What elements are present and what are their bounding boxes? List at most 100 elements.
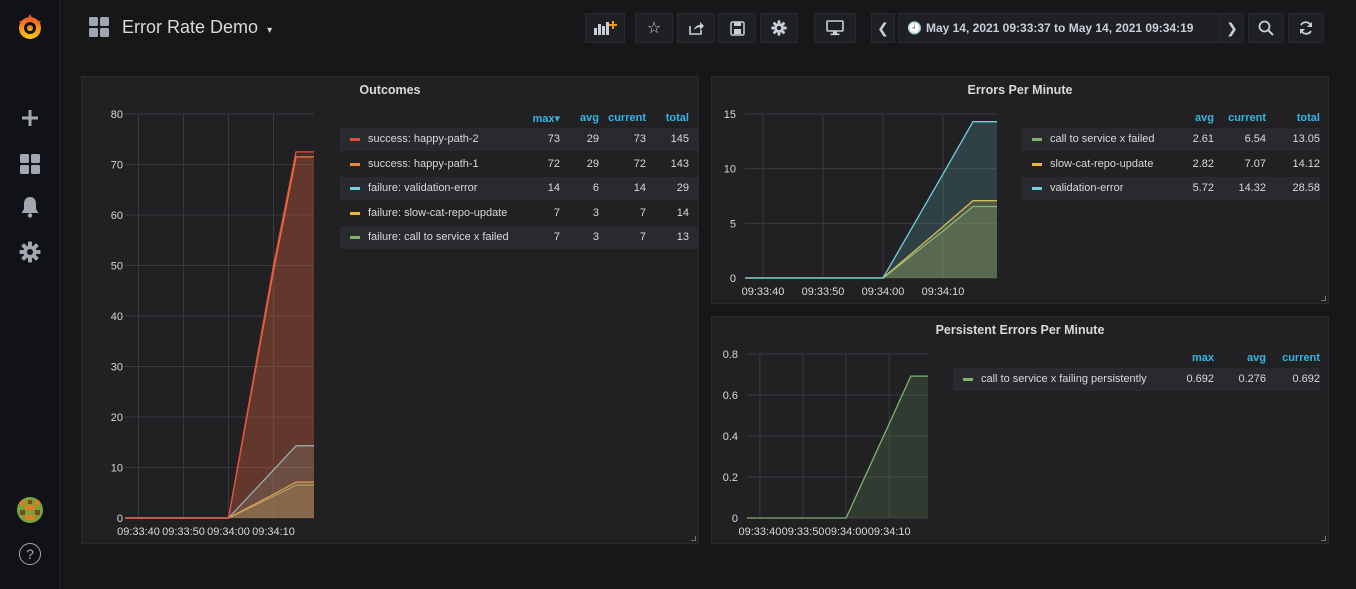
settings-button[interactable] [760, 13, 798, 43]
legend-row[interactable]: slow-cat-repo-update 2.82 7.07 14.12 [1022, 153, 1320, 176]
legend-swatch[interactable] [350, 162, 360, 166]
dashboards-icon[interactable] [15, 149, 45, 179]
legend-row[interactable]: success: happy-path-1 72 29 72 143 [340, 153, 698, 176]
sidebar: ? [0, 0, 60, 589]
y-tick-label: 10 [111, 463, 123, 475]
y-tick-label: 0.6 [723, 390, 738, 402]
zoom-out-icon [1258, 20, 1274, 36]
panel-persistent-errors[interactable]: Persistent Errors Per Minute 0 0.2 0.4 0.6 0… [711, 316, 1329, 544]
avatar[interactable] [15, 495, 45, 525]
x-tick-label: 09:34:10 [868, 526, 911, 538]
legend-swatch[interactable] [1032, 187, 1042, 190]
legend-value: 0.692 [1292, 373, 1320, 385]
legend-label[interactable]: call to service x failing persistently [981, 373, 1147, 385]
legend-column-header[interactable]: current [1260, 352, 1320, 364]
legend-label[interactable]: failure: slow-cat-repo-update [368, 207, 507, 219]
star-button[interactable]: ☆ [635, 13, 673, 43]
resize-handle[interactable] [691, 536, 696, 541]
legend-value: 145 [670, 133, 689, 145]
legend-label[interactable]: validation-error [1050, 182, 1123, 194]
legend-value: 143 [670, 157, 689, 170]
legend-label[interactable]: failure: call to service x failed [368, 231, 509, 243]
gear-icon[interactable] [15, 237, 45, 267]
legend-row[interactable]: call to service x failed 2.61 6.54 13.05 [1022, 128, 1320, 151]
legend-value: 5.72 [1192, 182, 1214, 194]
y-tick-label: 0.4 [723, 431, 738, 443]
legend-label[interactable]: slow-cat-repo-update [1050, 158, 1153, 170]
legend-column-header[interactable]: current [1206, 112, 1266, 124]
dashboard-grid-icon[interactable] [88, 16, 110, 38]
grafana-logo-icon[interactable] [15, 12, 45, 42]
plus-icon[interactable] [15, 103, 45, 133]
legend-label[interactable]: call to service x failed [1050, 133, 1155, 145]
resize-handle[interactable] [1321, 296, 1326, 301]
y-tick-label: 40 [111, 311, 123, 323]
refresh-icon [1300, 21, 1312, 35]
y-tick-label: 60 [111, 210, 123, 222]
x-tick-label: 09:33:50 [802, 286, 845, 298]
tv-mode-button[interactable] [814, 13, 856, 43]
persistent-errors-chart[interactable]: 0 0.2 0.4 0.6 0.8 09:33:40 09:33:50 09:34:00 09:… [712, 317, 942, 545]
chevron-left-icon: ❮ [877, 19, 889, 36]
time-back-button[interactable]: ❮ [871, 13, 895, 43]
chevron-right-icon: ❯ [1226, 19, 1238, 36]
legend-value: 2.61 [1192, 133, 1214, 145]
legend-value: 6.54 [1244, 133, 1266, 145]
panel-outcomes[interactable]: Outcomes 0 10 20 30 40 50 60 70 80 09:33:40 09:33:… [81, 76, 699, 544]
add-panel-icon [594, 21, 617, 35]
y-tick-label: 50 [111, 261, 123, 273]
monitor-icon [826, 20, 844, 36]
add-panel-button[interactable] [585, 13, 625, 43]
legend-column-header[interactable]: avg [1154, 112, 1214, 124]
resize-handle[interactable] [1321, 536, 1326, 541]
y-tick-label: 0.8 [723, 349, 738, 361]
legend-row[interactable]: failure: call to service x failed 7 3 7 13 [340, 226, 698, 249]
legend-label[interactable]: success: happy-path-2 [368, 133, 479, 145]
legend-swatch[interactable] [350, 138, 360, 141]
clock-icon: 🕘 [907, 21, 922, 35]
legend-row[interactable]: call to service x failing persistently 0.… [953, 368, 1320, 391]
legend-row[interactable]: failure: slow-cat-repo-update 7 3 7 14 [340, 202, 698, 225]
zoom-out-button[interactable] [1248, 13, 1284, 43]
x-tick-label: 09:34:00 [207, 526, 250, 538]
y-tick-label: 15 [724, 109, 736, 121]
legend-swatch[interactable] [1032, 162, 1042, 166]
panel-errors-per-minute[interactable]: Errors Per Minute 0 5 10 15 09:33:40 09:33:50… [711, 76, 1329, 304]
legend-column-header[interactable]: max [1154, 352, 1214, 364]
x-tick-label: 09:33:40 [117, 526, 160, 538]
legend-value: 29 [676, 182, 689, 194]
legend-column-header[interactable]: total [1260, 112, 1320, 124]
save-button[interactable] [718, 13, 756, 43]
legend-swatch[interactable] [350, 187, 360, 190]
legend-value: 14 [676, 206, 689, 219]
y-tick-label: 70 [111, 160, 123, 172]
x-tick-label: 09:33:40 [742, 286, 785, 298]
time-forward-button[interactable]: ❯ [1220, 13, 1244, 43]
refresh-button[interactable] [1288, 13, 1324, 43]
legend-swatch[interactable] [1032, 138, 1042, 141]
outcomes-chart[interactable]: 0 10 20 30 40 50 60 70 80 09:33:40 09:33:50 09:34:0… [82, 77, 342, 545]
y-tick-label: 80 [111, 109, 123, 121]
legend-column-header[interactable]: total [629, 112, 689, 124]
legend-swatch[interactable] [350, 211, 360, 215]
legend-row[interactable]: validation-error 5.72 14.32 28.58 [1022, 177, 1320, 200]
legend-value: 28.58 [1292, 182, 1320, 194]
legend-row[interactable]: failure: validation-error 14 6 14 29 [340, 177, 698, 200]
help-icon[interactable]: ? [15, 539, 45, 569]
help-icon-label: ? [19, 543, 41, 565]
x-tick-label: 09:34:00 [862, 286, 905, 298]
dashboard-title[interactable]: Error Rate Demo ▾ [122, 17, 272, 38]
legend-swatch[interactable] [963, 378, 973, 381]
legend-swatch[interactable] [350, 236, 360, 239]
time-range-picker[interactable]: 🕘 May 14, 2021 09:33:37 to May 14, 2021 … [898, 13, 1224, 43]
share-button[interactable] [677, 13, 715, 43]
errors-per-minute-chart[interactable]: 0 5 10 15 09:33:40 09:33:50 09:34:00 09:34:10 [712, 77, 1012, 305]
legend-label[interactable]: failure: validation-error [368, 182, 477, 194]
y-tick-label: 0 [730, 273, 736, 285]
legend-row[interactable]: success: happy-path-2 73 29 73 145 [340, 128, 698, 151]
legend-label[interactable]: success: happy-path-1 [368, 158, 479, 170]
legend-value: 0.692 [1186, 373, 1214, 385]
legend-value: 0.276 [1238, 373, 1266, 385]
bell-icon[interactable] [15, 192, 45, 222]
legend-column-header[interactable]: avg [1206, 352, 1266, 364]
